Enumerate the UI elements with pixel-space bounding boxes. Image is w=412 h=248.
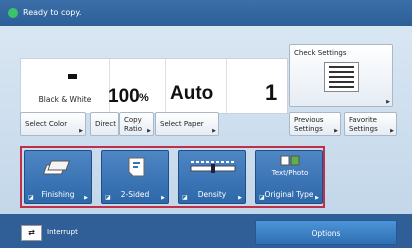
previous-settings-label: Previous Settings [294, 116, 324, 133]
interrupt-label[interactable]: Interrupt [47, 225, 78, 239]
finishing-icon [25, 151, 91, 183]
original-type-icon: Text/Photo [256, 151, 322, 183]
copies-cell[interactable] [227, 59, 287, 113]
color-mode-cell[interactable]: Black & White [21, 59, 110, 113]
favorite-settings-label: Favorite Settings [349, 116, 378, 133]
copy-ratio-button[interactable]: Copy Ratio ▶ [119, 112, 154, 136]
corner-arrow-icon: ▶ [84, 195, 88, 201]
previous-settings-button[interactable]: Previous Settings ▶ [289, 112, 341, 136]
status-bar: Ready to copy. [0, 0, 412, 26]
corner-mark-icon: ◪ [259, 194, 265, 201]
two-sided-button[interactable]: 2-Sided ◪ ▶ [101, 150, 169, 204]
corner-mark-icon: ◪ [105, 194, 111, 201]
density-label: Density [197, 190, 227, 199]
finishing-button[interactable]: Finishing ◪ ▶ [24, 150, 92, 204]
copy-ratio-value: 100 [108, 86, 140, 107]
corner-arrow-icon: ▶ [334, 128, 338, 134]
paper-value: Auto [170, 83, 214, 104]
interrupt-icon[interactable]: ⇄ [21, 225, 42, 241]
direct-button[interactable]: Direct [90, 112, 119, 136]
corner-arrow-icon: ▶ [161, 195, 165, 201]
options-button[interactable]: Options [255, 220, 397, 245]
select-color-label: Select Color [25, 120, 68, 128]
select-paper-button[interactable]: Select Paper ▶ [155, 112, 219, 136]
density-button[interactable]: Density ◪ ▶ [178, 150, 246, 204]
copy-settings-panel: Black & White [20, 58, 288, 114]
copy-ratio-label: Copy Ratio [124, 116, 142, 133]
document-icon [324, 62, 359, 92]
corner-arrow-icon: ▶ [238, 195, 242, 201]
color-mode-label: Black & White [38, 95, 92, 104]
original-type-button[interactable]: Text/Photo Original Type ◪ ▶ [255, 150, 323, 204]
finishing-label: Finishing [41, 190, 75, 199]
corner-arrow-icon: ▶ [315, 195, 319, 201]
check-settings-label: Check Settings [294, 49, 347, 57]
original-type-label: Original Type [264, 190, 314, 199]
corner-arrow-icon: ▶ [212, 128, 216, 134]
copies-count: 1 [265, 80, 278, 105]
favorite-settings-button[interactable]: Favorite Settings ▶ [344, 112, 397, 136]
select-paper-label: Select Paper [160, 120, 204, 128]
two-sided-icon [102, 151, 168, 183]
corner-mark-icon: ◪ [28, 194, 34, 201]
two-sided-label: 2-Sided [120, 190, 150, 199]
status-message: Ready to copy. [23, 8, 82, 17]
original-type-icon-text: Text/Photo [271, 169, 309, 177]
select-color-button[interactable]: Select Color ▶ [20, 112, 86, 136]
corner-arrow-icon: ▶ [390, 128, 394, 134]
corner-mark-icon: ◪ [182, 194, 188, 201]
corner-arrow-icon: ▶ [147, 128, 151, 134]
corner-arrow-icon: ▶ [386, 99, 390, 105]
ready-status-icon [8, 8, 18, 18]
copy-ratio-unit: % [139, 92, 149, 104]
check-settings-button[interactable]: Check Settings ▶ [289, 44, 393, 107]
direct-label: Direct [95, 120, 116, 128]
density-icon [179, 151, 245, 183]
corner-arrow-icon: ▶ [79, 128, 83, 134]
black-white-icon [68, 74, 77, 79]
